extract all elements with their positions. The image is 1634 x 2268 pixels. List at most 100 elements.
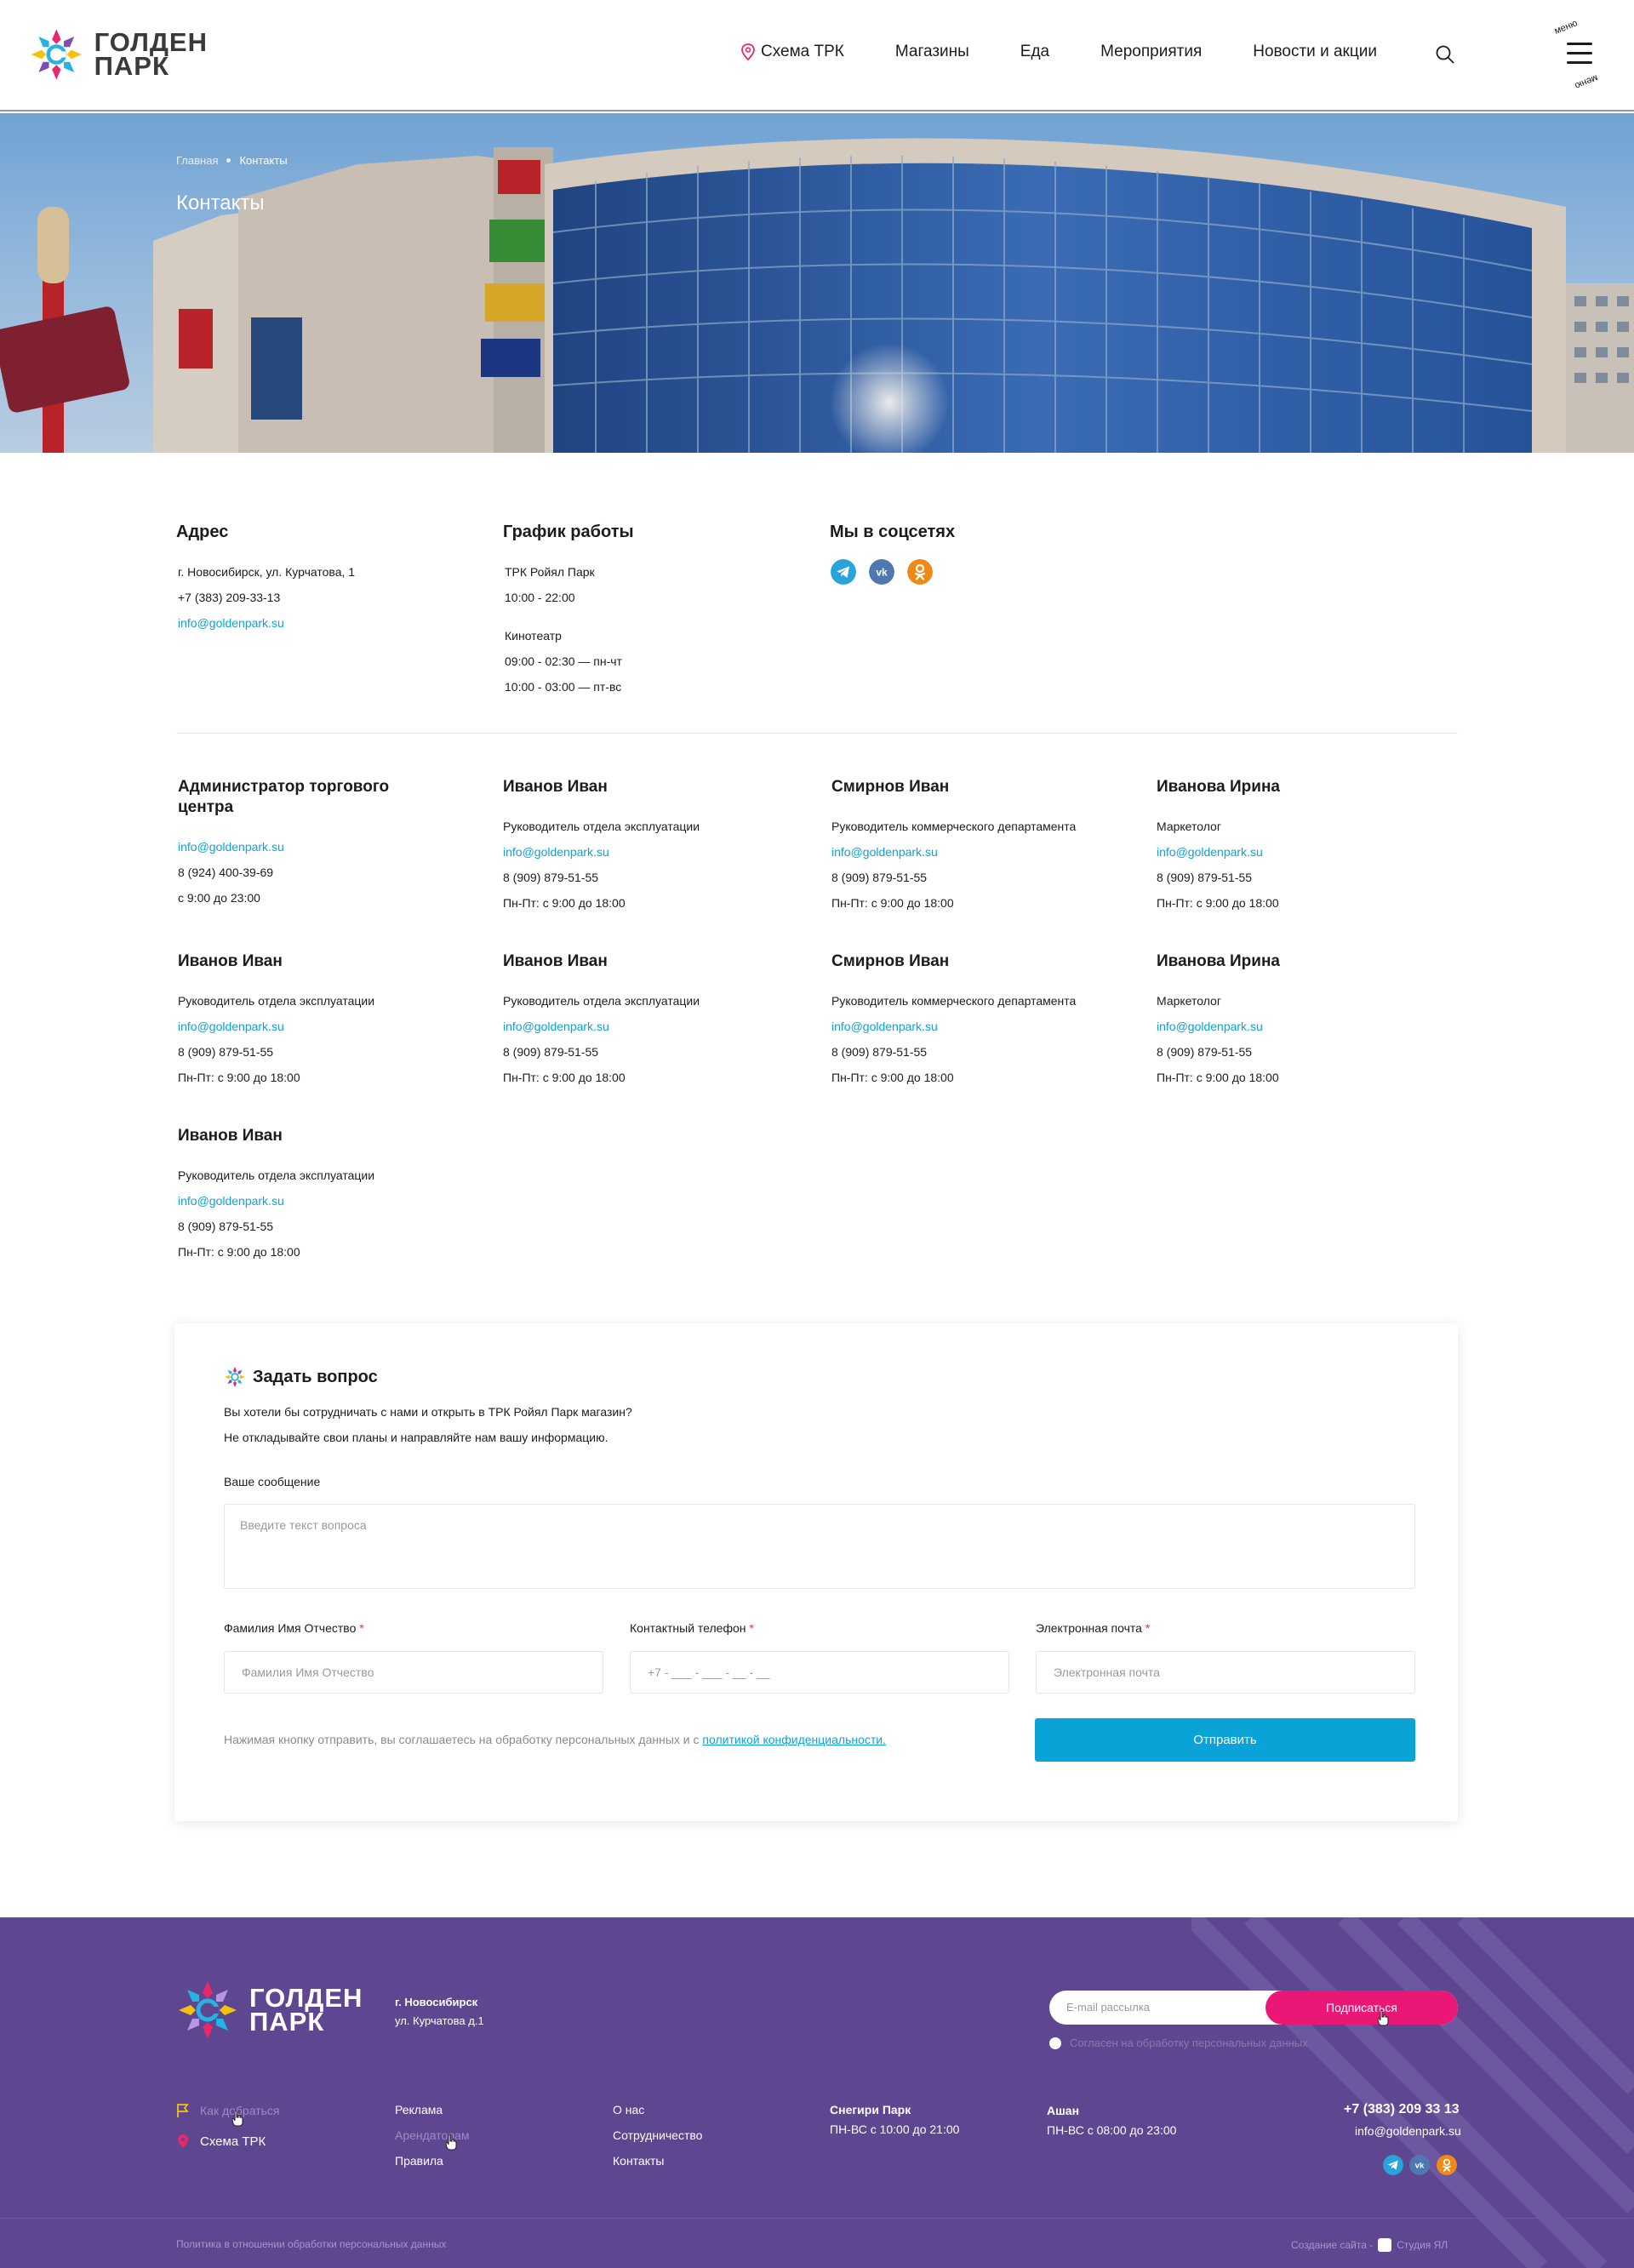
page-title: Контакты bbox=[176, 191, 265, 214]
store2-name: Ашан bbox=[1047, 2104, 1080, 2117]
form-heading: Задать вопрос bbox=[224, 1366, 378, 1388]
telegram-icon[interactable] bbox=[1383, 2155, 1403, 2175]
staff-phone[interactable]: 8 (909) 879-51-55 bbox=[831, 1045, 927, 1059]
email-input[interactable]: Электронная почта bbox=[1036, 1651, 1415, 1694]
phone-input[interactable]: +7 - ___ - ___ - __ - __ bbox=[630, 1651, 1009, 1694]
submit-button[interactable]: Отправить bbox=[1035, 1718, 1415, 1762]
staff-phone[interactable]: 8 (909) 879-51-55 bbox=[503, 1045, 598, 1059]
telegram-icon[interactable] bbox=[831, 559, 856, 585]
staff-role: Руководитель отдела эксплуатации bbox=[503, 820, 700, 833]
footer-city: г. Новосибирск bbox=[395, 1996, 478, 2008]
privacy-policy-link[interactable]: политикой конфиденциальности. bbox=[702, 1733, 886, 1746]
email-label-text: Электронная почта bbox=[1036, 1621, 1142, 1635]
address-email[interactable]: info@goldenpark.su bbox=[178, 616, 284, 630]
address-phone[interactable]: +7 (383) 209-33-13 bbox=[178, 591, 280, 604]
nav-events[interactable]: Мероприятия bbox=[1100, 43, 1202, 61]
staff-email[interactable]: info@goldenpark.su bbox=[831, 1020, 938, 1033]
logo-icon bbox=[179, 1981, 237, 2039]
footer-phone[interactable]: +7 (383) 209 33 13 bbox=[1344, 2102, 1460, 2117]
nav-food[interactable]: Еда bbox=[1020, 43, 1049, 61]
staff-email[interactable]: info@goldenpark.su bbox=[178, 840, 284, 854]
breadcrumb-home[interactable]: Главная bbox=[176, 154, 218, 167]
search-icon[interactable] bbox=[1435, 44, 1455, 65]
staff-name: Иванов Иван bbox=[178, 952, 283, 970]
staff-hours: Пн-Пт: с 9:00 до 18:00 bbox=[831, 896, 954, 910]
footer-link-about[interactable]: О нас bbox=[613, 2103, 644, 2117]
subscribe-consent[interactable]: Согласен на обработку персональных данны… bbox=[1049, 2037, 1308, 2049]
subscribe-button[interactable]: Подписаться bbox=[1265, 1991, 1458, 2025]
odnoklassniki-icon[interactable] bbox=[1437, 2155, 1457, 2175]
menu-label-top: меню bbox=[1552, 18, 1580, 37]
social-title: Мы в соцсетях bbox=[830, 523, 956, 541]
logo[interactable]: ГОЛДЕН ПАРК bbox=[29, 22, 208, 87]
required-mark: * bbox=[749, 1621, 754, 1635]
vk-icon[interactable]: vk bbox=[869, 559, 894, 585]
staff-email[interactable]: info@goldenpark.su bbox=[178, 1020, 284, 1033]
staff-email[interactable]: info@goldenpark.su bbox=[178, 1194, 284, 1208]
staff-name: Иванов Иван bbox=[178, 1127, 283, 1145]
staff-role: Руководитель коммерческого департамента bbox=[831, 820, 1077, 833]
store2-hours: ПН-ВС с 08:00 до 23:00 bbox=[1047, 2123, 1177, 2137]
name-input[interactable]: Фамилия Имя Отчество bbox=[224, 1651, 603, 1694]
nav-news[interactable]: Новости и акции bbox=[1253, 43, 1377, 61]
svg-text:vk: vk bbox=[876, 567, 888, 579]
footer-link-cooperation[interactable]: Сотрудничество bbox=[613, 2128, 702, 2142]
footer-street: ул. Курчатова д.1 bbox=[395, 2014, 484, 2027]
staff-role: Руководитель отдела эксплуатации bbox=[178, 994, 375, 1008]
hand-cursor-icon bbox=[445, 2134, 457, 2151]
subscribe-email-input[interactable]: E-mail рассылка bbox=[1066, 2001, 1150, 2014]
footer-link-contacts[interactable]: Контакты bbox=[613, 2154, 664, 2168]
message-textarea[interactable]: Введите текст вопроса bbox=[224, 1504, 1415, 1589]
nav-shops[interactable]: Магазины bbox=[895, 43, 969, 61]
form-title: Задать вопрос bbox=[253, 1367, 378, 1386]
odnoklassniki-icon[interactable] bbox=[907, 559, 933, 585]
footer-link-tenants[interactable]: Арендаторам bbox=[395, 2128, 470, 2142]
footer-logo[interactable]: ГОЛДЕН ПАРК bbox=[176, 1979, 363, 2042]
staff-phone[interactable]: 8 (909) 879-51-55 bbox=[1157, 871, 1252, 884]
footer-email[interactable]: info@goldenpark.su bbox=[1355, 2124, 1461, 2138]
staff-email[interactable]: info@goldenpark.su bbox=[1157, 1020, 1263, 1033]
menu-button[interactable]: меню меню bbox=[1547, 17, 1610, 94]
schedule-title: График работы bbox=[503, 523, 634, 541]
studio-logo-icon bbox=[1378, 2238, 1392, 2252]
name-label: Фамилия Имя Отчество * bbox=[224, 1621, 364, 1635]
staff-phone[interactable]: 8 (924) 400-39-69 bbox=[178, 865, 273, 879]
footer-how-to-get[interactable]: Как добраться bbox=[176, 2103, 279, 2118]
footer-logo-text: ГОЛДЕН ПАРК bbox=[249, 1985, 363, 2035]
footer-credit-studio: Студия ЯЛ bbox=[1397, 2239, 1448, 2251]
nav-scheme[interactable]: Схема ТРК bbox=[740, 43, 844, 61]
staff-hours: Пн-Пт: с 9:00 до 18:00 bbox=[503, 1071, 626, 1084]
footer-privacy-policy[interactable]: Политика в отношении обработки персональ… bbox=[176, 2238, 446, 2250]
staff-email[interactable]: info@goldenpark.su bbox=[831, 845, 938, 859]
vk-icon[interactable]: vk bbox=[1409, 2155, 1430, 2175]
staff-name: Администратор торгового центра bbox=[178, 778, 390, 816]
staff-email[interactable]: info@goldenpark.su bbox=[503, 1020, 609, 1033]
schedule-mall-hours: 10:00 - 22:00 bbox=[505, 591, 575, 604]
logo-text: ГОЛДЕН ПАРК bbox=[94, 29, 208, 81]
staff-hours: Пн-Пт: с 9:00 до 18:00 bbox=[831, 1071, 954, 1084]
staff-hours: Пн-Пт: с 9:00 до 18:00 bbox=[1157, 1071, 1279, 1084]
staff-phone[interactable]: 8 (909) 879-51-55 bbox=[178, 1045, 273, 1059]
staff-phone[interactable]: 8 (909) 879-51-55 bbox=[1157, 1045, 1252, 1059]
subscribe-consent-label: Согласен на обработку персональных данны… bbox=[1070, 2037, 1308, 2049]
staff-phone[interactable]: 8 (909) 879-51-55 bbox=[178, 1220, 273, 1233]
staff-phone[interactable]: 8 (909) 879-51-55 bbox=[503, 871, 598, 884]
schedule-cinema-name: Кинотеатр bbox=[505, 629, 562, 643]
staff-email[interactable]: info@goldenpark.su bbox=[503, 845, 609, 859]
footer-link-ads[interactable]: Реклама bbox=[395, 2103, 443, 2117]
logo-line-2: ПАРК bbox=[94, 51, 169, 81]
logo-icon bbox=[225, 1367, 245, 1387]
menu-label-bottom: меню bbox=[1573, 72, 1600, 91]
staff-phone[interactable]: 8 (909) 879-51-55 bbox=[831, 871, 927, 884]
staff-email[interactable]: info@goldenpark.su bbox=[1157, 845, 1263, 859]
footer-divider bbox=[0, 2218, 1634, 2219]
staff-role: Маркетолог bbox=[1157, 820, 1221, 833]
footer-credit-prefix: Создание сайта - bbox=[1291, 2239, 1374, 2251]
footer-credit[interactable]: Создание сайта - Студия ЯЛ bbox=[1291, 2238, 1448, 2252]
staff-name: Смирнов Иван bbox=[831, 952, 950, 970]
footer-link-rules[interactable]: Правила bbox=[395, 2154, 443, 2168]
schedule-mall-name: ТРК Ройял Парк bbox=[505, 565, 595, 579]
address-title: Адрес bbox=[176, 523, 229, 541]
breadcrumb: Главная Контакты bbox=[176, 154, 288, 167]
footer-scheme[interactable]: Схема ТРК bbox=[176, 2134, 266, 2149]
